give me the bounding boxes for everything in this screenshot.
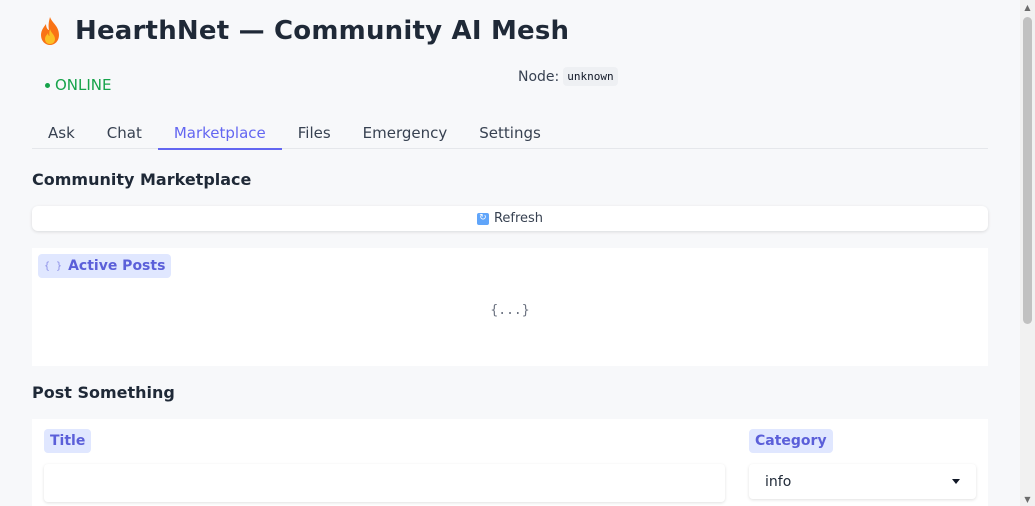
scroll-up-icon[interactable]: ▲: [1020, 0, 1035, 14]
chevron-down-icon: [952, 479, 960, 484]
marketplace-heading: Community Marketplace: [32, 170, 252, 189]
tab-marketplace[interactable]: Marketplace: [157, 118, 282, 150]
refresh-icon: ↻: [476, 212, 489, 225]
fire-icon: [41, 17, 59, 45]
app-title: HearthNet — Community AI Mesh: [37, 16, 569, 46]
tab-ask[interactable]: Ask: [32, 118, 91, 149]
active-posts-label: { } Active Posts: [38, 254, 172, 278]
refresh-button[interactable]: ↻ Refresh: [32, 206, 988, 231]
scroll-down-icon[interactable]: ▼: [1020, 492, 1035, 506]
status-badge: ONLINE: [45, 76, 112, 94]
braces-icon: { }: [44, 260, 63, 272]
node-label: Node:: [518, 68, 560, 85]
scroll-thumb[interactable]: [1023, 17, 1032, 324]
scrollbar[interactable]: ▲ ▼: [1020, 0, 1035, 506]
tab-chat[interactable]: Chat: [91, 118, 158, 149]
category-value: info: [765, 473, 792, 490]
status-text: ONLINE: [55, 76, 112, 94]
node-value: unknown: [563, 67, 618, 86]
status-dot-icon: [45, 82, 50, 88]
active-posts-json[interactable]: {...}: [32, 303, 988, 318]
title-input[interactable]: [44, 464, 725, 502]
refresh-label: Refresh: [493, 211, 544, 226]
active-posts-panel: { } Active Posts {...}: [32, 248, 988, 366]
active-posts-label-text: Active Posts: [68, 258, 166, 274]
app-title-text: HearthNet — Community AI Mesh: [75, 16, 570, 46]
category-select[interactable]: info: [749, 464, 976, 499]
tab-emergency[interactable]: Emergency: [347, 118, 464, 149]
tab-files[interactable]: Files: [282, 118, 347, 149]
post-something-heading: Post Something: [32, 383, 175, 402]
tab-bar: Ask Chat Marketplace Files Emergency Set…: [32, 118, 988, 150]
page: HearthNet — Community AI Mesh ONLINE Nod…: [0, 0, 1020, 506]
title-label: Title: [44, 429, 92, 453]
node-info: Node: unknown: [518, 67, 618, 86]
category-label: Category: [749, 429, 833, 453]
tab-settings[interactable]: Settings: [463, 118, 557, 149]
post-form: Title Category info: [32, 419, 988, 506]
